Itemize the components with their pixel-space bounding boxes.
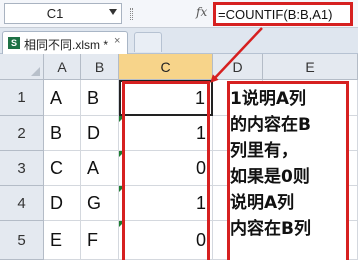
callout-arrow bbox=[210, 27, 263, 83]
callout-arrow-line bbox=[210, 27, 263, 83]
